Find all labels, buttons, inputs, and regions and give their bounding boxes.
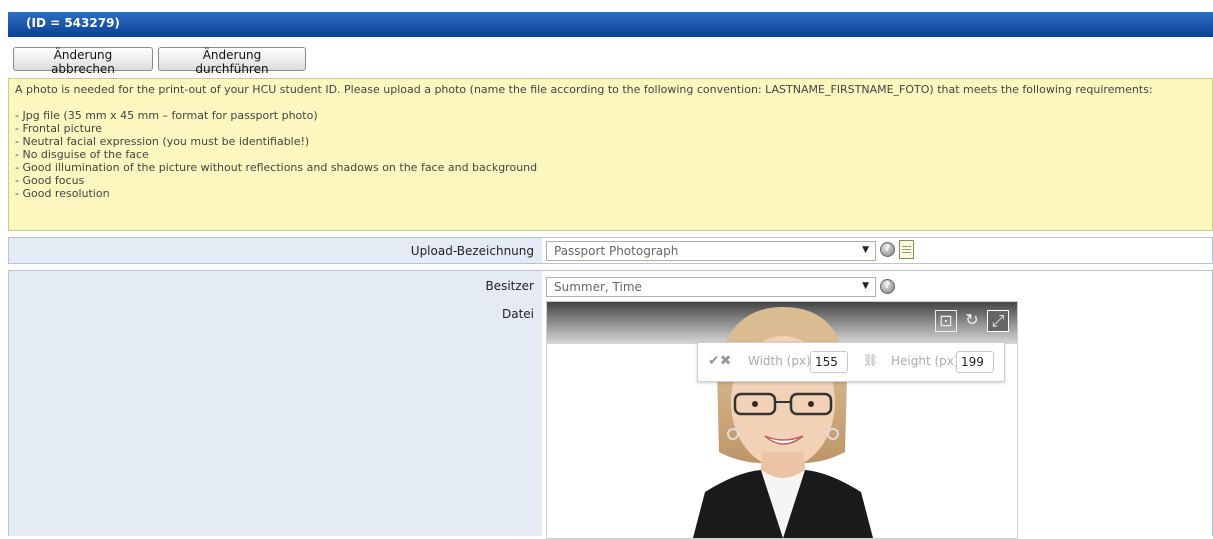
requirement-item: - Neutral facial expression (you must be… <box>15 135 310 148</box>
owner-file-row: Besitzer Datei Summer, Time ▼ ? ⊡ ↻ ⤢ ✔✖… <box>8 270 1213 539</box>
record-title-bar: (ID = 543279) <box>8 12 1213 37</box>
width-label: Width (px) <box>748 354 811 368</box>
width-input[interactable]: 155 <box>810 351 848 373</box>
upload-name-value: Passport Photograph <box>554 244 679 258</box>
chevron-down-icon: ▼ <box>862 245 869 255</box>
upload-name-row: Upload-Bezeichnung Passport Photograph ▼… <box>8 237 1213 264</box>
owner-label: Besitzer <box>485 279 534 293</box>
height-label: Height (px) <box>891 354 959 368</box>
requirement-item: - No disguise of the face <box>15 148 149 161</box>
resize-popup: ✔✖ Width (px) 155 ⛓ Height (px) 199 <box>697 342 1005 382</box>
confirm-cancel-icon[interactable]: ✔✖ <box>708 353 731 369</box>
upload-name-label: Upload-Bezeichnung <box>410 244 534 258</box>
upload-name-select[interactable]: Passport Photograph ▼ <box>546 241 876 261</box>
requirement-item: - Frontal picture <box>15 122 103 135</box>
label-column: Besitzer Datei <box>9 271 542 536</box>
photo-requirements-notice: A photo is needed for the print-out of y… <box>8 78 1213 231</box>
record-id-title: (ID = 543279) <box>26 16 120 30</box>
help-icon[interactable]: ? <box>880 242 895 257</box>
file-label: Datei <box>501 307 534 321</box>
requirement-item: - Good illumination of the picture witho… <box>15 161 538 174</box>
chevron-down-icon: ▼ <box>862 281 869 291</box>
cancel-change-button[interactable]: Änderung abbrechen <box>13 47 153 76</box>
link-icon[interactable]: ⛓ <box>863 353 878 367</box>
requirement-item: - Good resolution <box>15 187 110 200</box>
document-icon[interactable] <box>899 240 914 259</box>
apply-change-button[interactable]: Änderung durchführen <box>158 47 306 76</box>
label-column: Upload-Bezeichnung <box>9 238 542 263</box>
notice-intro-text: A photo is needed for the print-out of y… <box>15 83 1153 96</box>
height-input[interactable]: 199 <box>956 351 994 373</box>
passport-photo <box>693 307 873 538</box>
owner-value: Summer, Time <box>554 280 642 294</box>
requirement-item: - Good focus <box>15 174 85 187</box>
requirement-item: - Jpg file (35 mm x 45 mm – format for p… <box>15 109 318 122</box>
owner-select[interactable]: Summer, Time ▼ <box>546 277 876 297</box>
image-editor: ⊡ ↻ ⤢ ✔✖ Width (px) 155 ⛓ Height (px) 19… <box>546 301 1018 539</box>
help-icon[interactable]: ? <box>880 279 895 294</box>
